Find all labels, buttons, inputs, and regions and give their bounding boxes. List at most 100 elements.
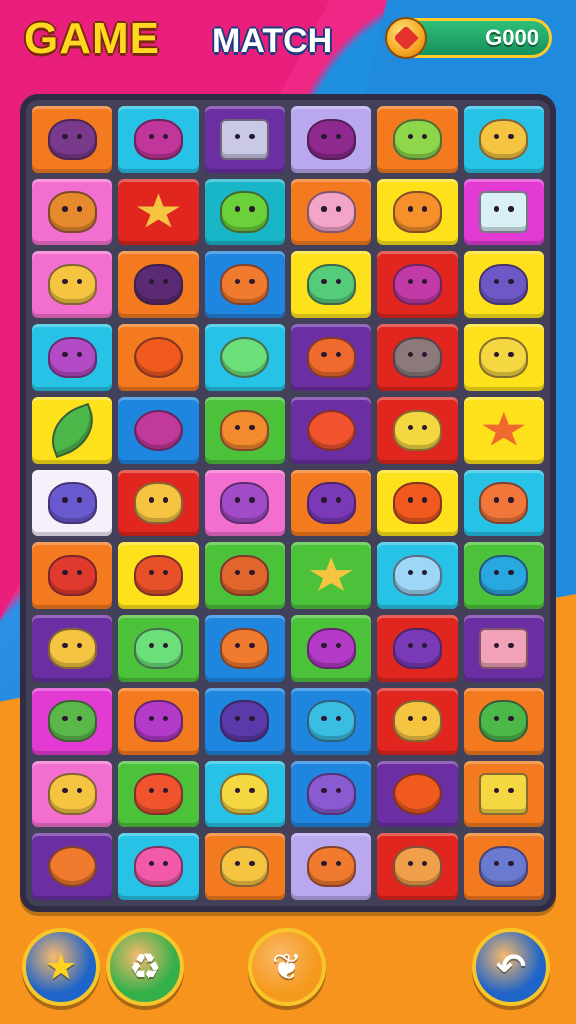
tile-face[interactable]	[204, 615, 285, 682]
tile-cat[interactable]	[204, 760, 285, 828]
tile-cat[interactable]	[291, 615, 372, 682]
tile-face[interactable]	[32, 542, 113, 610]
tile-bear[interactable]	[32, 106, 113, 173]
tile-cat[interactable]	[118, 687, 199, 755]
tile-face[interactable]	[377, 178, 458, 246]
face-icon	[47, 555, 97, 597]
box-icon	[479, 191, 529, 233]
tile-bear[interactable]	[204, 469, 285, 537]
star-icon	[136, 193, 181, 228]
tile-yarn[interactable]	[118, 396, 199, 464]
tile-fish[interactable]	[118, 469, 199, 537]
tile-blob[interactable]	[291, 687, 372, 755]
tile-seal[interactable]	[291, 106, 372, 173]
tile-glove[interactable]	[291, 469, 372, 537]
top-icon	[134, 555, 183, 597]
ball-icon	[306, 409, 356, 451]
star-button[interactable]: ★	[22, 928, 100, 1006]
tile-drop[interactable]	[377, 251, 458, 319]
tile-cat[interactable]	[463, 833, 544, 900]
tile-bush[interactable]	[463, 687, 544, 755]
tile-turtle[interactable]	[377, 106, 458, 173]
feather-button[interactable]: ❦	[248, 928, 326, 1006]
tile-cat[interactable]	[377, 324, 458, 391]
tile-duck[interactable]	[463, 106, 544, 173]
coin-icon	[385, 17, 427, 59]
tile-star[interactable]	[463, 396, 544, 464]
tile-cat[interactable]	[377, 396, 458, 464]
crayon-icon	[134, 118, 183, 161]
fish-icon	[134, 482, 183, 524]
tile-puppy[interactable]	[32, 251, 113, 319]
tile-ghost[interactable]	[463, 324, 544, 391]
tile-face[interactable]	[118, 615, 199, 682]
tile-ghost[interactable]	[32, 469, 113, 537]
monster-icon	[306, 773, 356, 815]
tile-cat[interactable]	[118, 833, 199, 900]
tile-lizard[interactable]	[32, 324, 113, 391]
tile-face[interactable]	[377, 833, 458, 900]
turtle-icon	[393, 118, 442, 161]
face-icon	[47, 773, 97, 815]
tile-box[interactable]	[463, 178, 544, 246]
leaf-icon	[42, 402, 103, 459]
tile-face[interactable]	[463, 469, 544, 537]
fruit-icon	[306, 336, 356, 379]
tile-chick[interactable]	[377, 687, 458, 755]
crayons-icon	[393, 627, 442, 670]
dog-icon	[220, 700, 270, 742]
tile-fruit[interactable]	[118, 760, 199, 828]
coin-counter[interactable]: G000	[385, 17, 552, 59]
tile-dog[interactable]	[204, 833, 285, 900]
tile-pizza[interactable]	[32, 687, 113, 755]
shuffle-button[interactable]: ♻	[106, 928, 184, 1006]
cat-icon	[220, 773, 270, 815]
cat-icon	[306, 627, 356, 670]
tile-fish[interactable]	[291, 178, 372, 246]
tile-blob[interactable]	[118, 251, 199, 319]
feather-icon: ❦	[271, 946, 303, 988]
tile-kite[interactable]	[377, 469, 458, 537]
tile-crayon[interactable]	[118, 106, 199, 173]
undo-button[interactable]: ↶	[472, 928, 550, 1006]
tile-crayons[interactable]	[377, 615, 458, 682]
tile-bear[interactable]	[204, 542, 285, 610]
tile-dino[interactable]	[204, 178, 285, 246]
phone-icon	[220, 118, 270, 161]
undo-icon: ↶	[495, 946, 527, 988]
tile-book[interactable]	[463, 615, 544, 682]
tile-dog[interactable]	[204, 687, 285, 755]
tile-ball[interactable]	[118, 324, 199, 391]
tile-apple[interactable]	[204, 324, 285, 391]
tile-box[interactable]	[463, 760, 544, 828]
tile-face[interactable]	[204, 396, 285, 464]
ghost-icon	[479, 336, 529, 379]
tile-leaf[interactable]	[32, 396, 113, 464]
tile-dog[interactable]	[377, 542, 458, 610]
tile-star[interactable]	[291, 542, 372, 610]
tile-ball[interactable]	[291, 396, 372, 464]
blob-icon	[134, 264, 183, 306]
tile-star[interactable]	[118, 178, 199, 246]
tile-fish[interactable]	[463, 542, 544, 610]
tile-frog[interactable]	[291, 251, 372, 319]
tile-ball[interactable]	[377, 760, 458, 828]
duck-icon	[479, 118, 529, 161]
tile-basketball[interactable]	[32, 833, 113, 900]
ball-icon	[393, 773, 442, 815]
tile-duck[interactable]	[32, 615, 113, 682]
tile-fox[interactable]	[204, 251, 285, 319]
tile-dog[interactable]	[32, 178, 113, 246]
tile-top[interactable]	[118, 542, 199, 610]
tile-dog[interactable]	[291, 833, 372, 900]
blob-icon	[306, 700, 356, 742]
dog-icon	[393, 555, 442, 597]
tile-monster[interactable]	[291, 760, 372, 828]
tile-ghost[interactable]	[463, 251, 544, 319]
drop-icon	[393, 264, 442, 306]
duck-icon	[47, 627, 97, 670]
star-icon	[482, 411, 526, 446]
tile-phone[interactable]	[204, 106, 285, 173]
tile-face[interactable]	[32, 760, 113, 828]
tile-fruit[interactable]	[291, 324, 372, 391]
